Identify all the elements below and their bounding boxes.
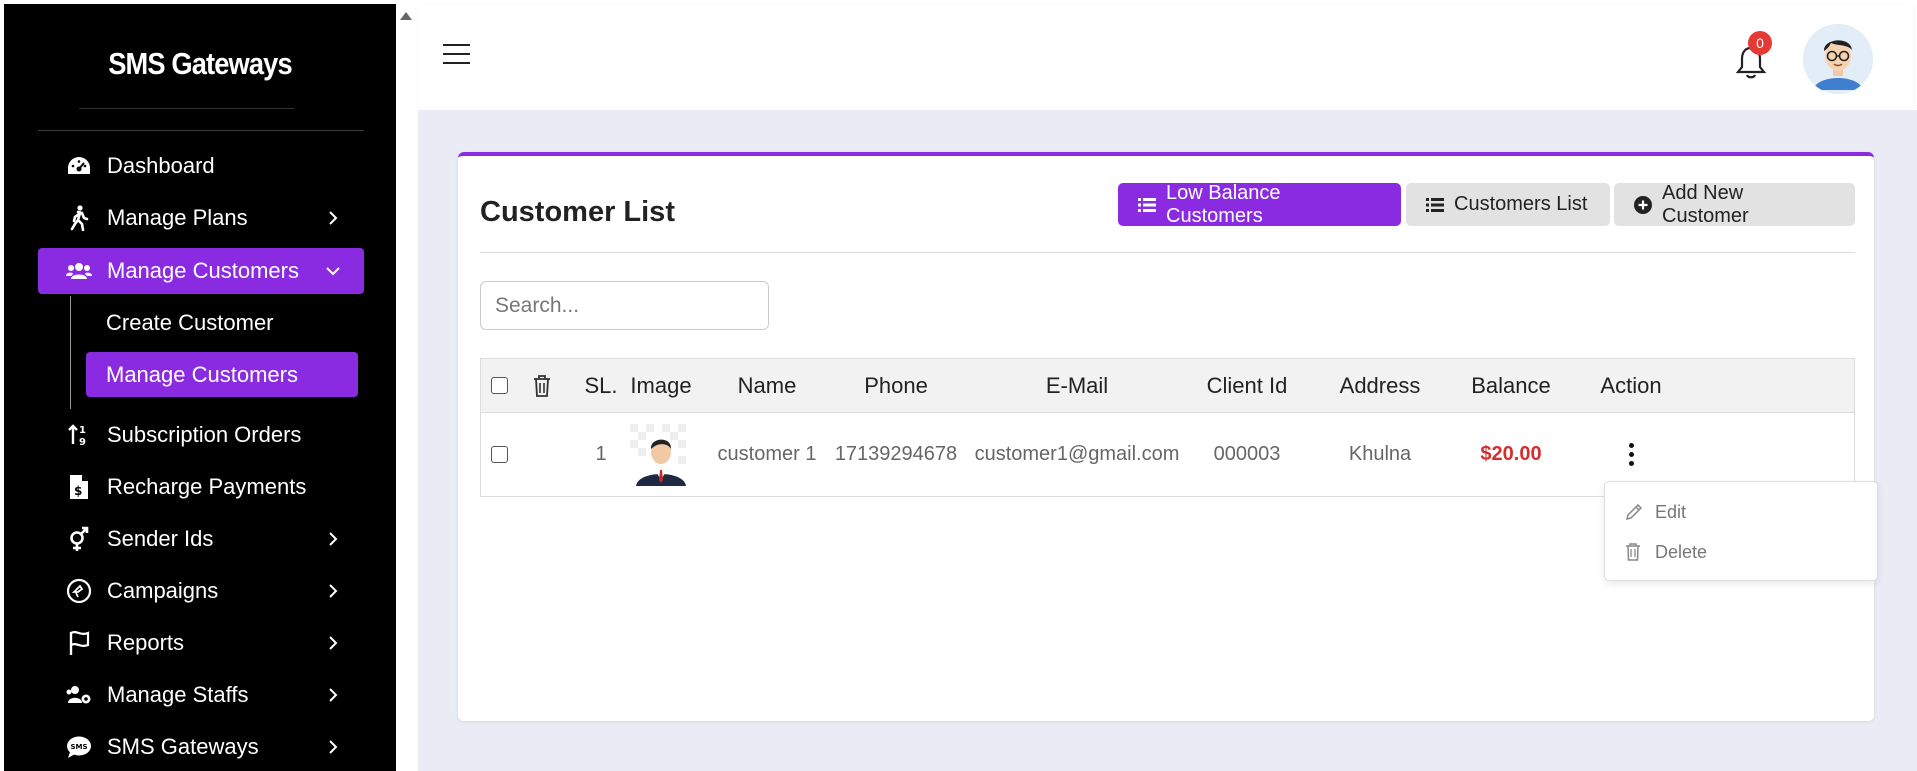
delete-menu-item[interactable]: Delete [1625, 537, 1707, 567]
customers-table: SL. Image Name Phone E-Mail Client Id Ad… [480, 358, 1855, 497]
top-header: 0 [418, 4, 1913, 110]
cell-client-id: 000003 [1213, 443, 1281, 465]
chevron-right-icon [329, 211, 338, 225]
cell-balance: $20.00 [1480, 443, 1542, 465]
sidebar-item-label: Sender Ids [107, 526, 214, 551]
edit-menu-item[interactable]: Edit [1625, 497, 1686, 527]
sidebar-item-recharge-payments[interactable]: $ Recharge Payments [38, 461, 364, 513]
sidebar-item-sender-ids[interactable]: Sender Ids [38, 513, 364, 565]
table-header: SL. Image Name Phone E-Mail Client Id Ad… [481, 359, 1854, 413]
sidebar-item-reports[interactable]: Reports [38, 617, 364, 669]
flag-icon [65, 629, 93, 657]
submenu-item-create-customer[interactable]: Create Customer [86, 300, 358, 345]
row-checkbox[interactable] [489, 413, 509, 496]
campaign-icon [65, 577, 93, 605]
brand-title: SMS Gateways [108, 46, 292, 81]
menu-item-label: Edit [1655, 501, 1687, 522]
sidebar-item-dashboard[interactable]: Dashboard [38, 140, 364, 192]
sidebar-nav: Dashboard Manage Plans Manage Customers … [38, 140, 364, 771]
column-header-name: Name [737, 372, 797, 398]
manage-customers-submenu: Create Customer Manage Customers [38, 296, 364, 409]
add-new-customer-button[interactable]: Add New Customer [1614, 181, 1855, 227]
sidebar-item-manage-staffs[interactable]: Manage Staffs [38, 669, 364, 721]
sidebar-item-label: Recharge Payments [107, 474, 307, 499]
column-header-balance: Balance [1471, 372, 1551, 398]
customer-avatar-image [611, 413, 711, 496]
sidebar-item-label: SMS Gateways [107, 734, 259, 759]
main-content: Customer List Low Balance Customers Cust… [418, 110, 1917, 771]
trash-icon[interactable] [529, 359, 555, 412]
cell-name: customer 1 [717, 443, 817, 465]
submenu-item-manage-customers[interactable]: Manage Customers [86, 352, 358, 397]
gauge-icon [65, 152, 93, 180]
avatar[interactable] [1803, 24, 1873, 94]
walking-person-icon [65, 204, 93, 232]
notification-badge: 0 [1748, 31, 1772, 55]
sms-bubble-icon: SMS [65, 733, 93, 761]
cell-phone: 17139294678 [834, 443, 958, 465]
button-label: Customers List [1454, 193, 1588, 215]
column-header-phone: Phone [864, 372, 928, 398]
sidebar-item-label: Dashboard [107, 153, 215, 178]
column-header-action: Action [1600, 372, 1662, 398]
svg-text:1: 1 [79, 425, 86, 436]
sidebar-item-subscription-orders[interactable]: 19 Subscription Orders [38, 409, 364, 461]
page-title: Customer List [480, 196, 675, 228]
column-header-image: Image [630, 372, 692, 398]
sidebar-item-label: Subscription Orders [107, 422, 302, 447]
column-header-address: Address [1339, 372, 1421, 398]
svg-text:SMS: SMS [71, 743, 88, 751]
sidebar-item-label: Campaigns [107, 578, 219, 603]
plus-circle-icon [1634, 195, 1652, 214]
scroll-up-arrow-icon[interactable] [400, 12, 412, 20]
sidebar-item-label: Manage Plans [107, 205, 248, 230]
submenu-line [70, 296, 71, 409]
select-all-checkbox[interactable] [489, 359, 509, 412]
sidebar-divider [38, 130, 364, 131]
sidebar-item-sms-gateways[interactable]: SMS SMS Gateways [38, 721, 364, 771]
list-icon [1426, 197, 1444, 213]
sidebar-item-campaigns[interactable]: Campaigns [38, 565, 364, 617]
customers-list-button[interactable]: Customers List [1406, 183, 1610, 226]
sidebar-item-label: Manage Staffs [107, 682, 249, 707]
search-input[interactable] [480, 281, 769, 330]
pencil-icon [1625, 503, 1643, 521]
gender-icon [65, 525, 93, 553]
users-gear-icon [65, 681, 93, 709]
column-header-client-id: Client Id [1206, 372, 1288, 398]
chevron-right-icon [329, 740, 338, 754]
sort-arrows-icon: 19 [65, 421, 93, 449]
low-balance-customers-button[interactable]: Low Balance Customers [1118, 181, 1401, 227]
chevron-right-icon [329, 636, 338, 650]
submenu-item-label: Create Customer [106, 309, 274, 335]
sidebar-item-label: Manage Customers [107, 258, 299, 283]
menu-item-label: Delete [1655, 541, 1708, 562]
users-icon [65, 257, 93, 285]
invoice-dollar-icon: $ [65, 473, 93, 501]
submenu-item-label: Manage Customers [106, 361, 298, 387]
button-label: Add New Customer [1662, 181, 1749, 227]
chevron-right-icon [329, 584, 338, 598]
sidebar-item-manage-plans[interactable]: Manage Plans [38, 192, 364, 244]
sidebar-item-label: Reports [107, 630, 185, 655]
column-header-email: E-Mail [1045, 372, 1109, 398]
action-dropdown-menu: Edit Delete [1604, 481, 1878, 581]
button-label: Low Balance Customers [1166, 181, 1281, 227]
chevron-right-icon [329, 688, 338, 702]
chevron-down-icon [326, 267, 340, 276]
card-divider [480, 252, 1855, 253]
cell-address: Khulna [1348, 443, 1412, 465]
sidebar-item-manage-customers[interactable]: Manage Customers [38, 248, 364, 294]
list-icon [1138, 197, 1156, 213]
customer-list-card: Customer List Low Balance Customers Cust… [458, 152, 1878, 721]
trash-icon [1625, 543, 1643, 561]
brand-divider [79, 108, 294, 109]
sidebar: SMS Gateways Dashboard Manage Plans Mana… [4, 4, 396, 771]
chevron-right-icon [329, 532, 338, 546]
svg-text:9: 9 [79, 437, 86, 447]
hamburger-menu-icon[interactable] [443, 44, 470, 66]
cell-email: customer1@gmail.com [974, 443, 1180, 465]
svg-text:$: $ [74, 484, 82, 498]
